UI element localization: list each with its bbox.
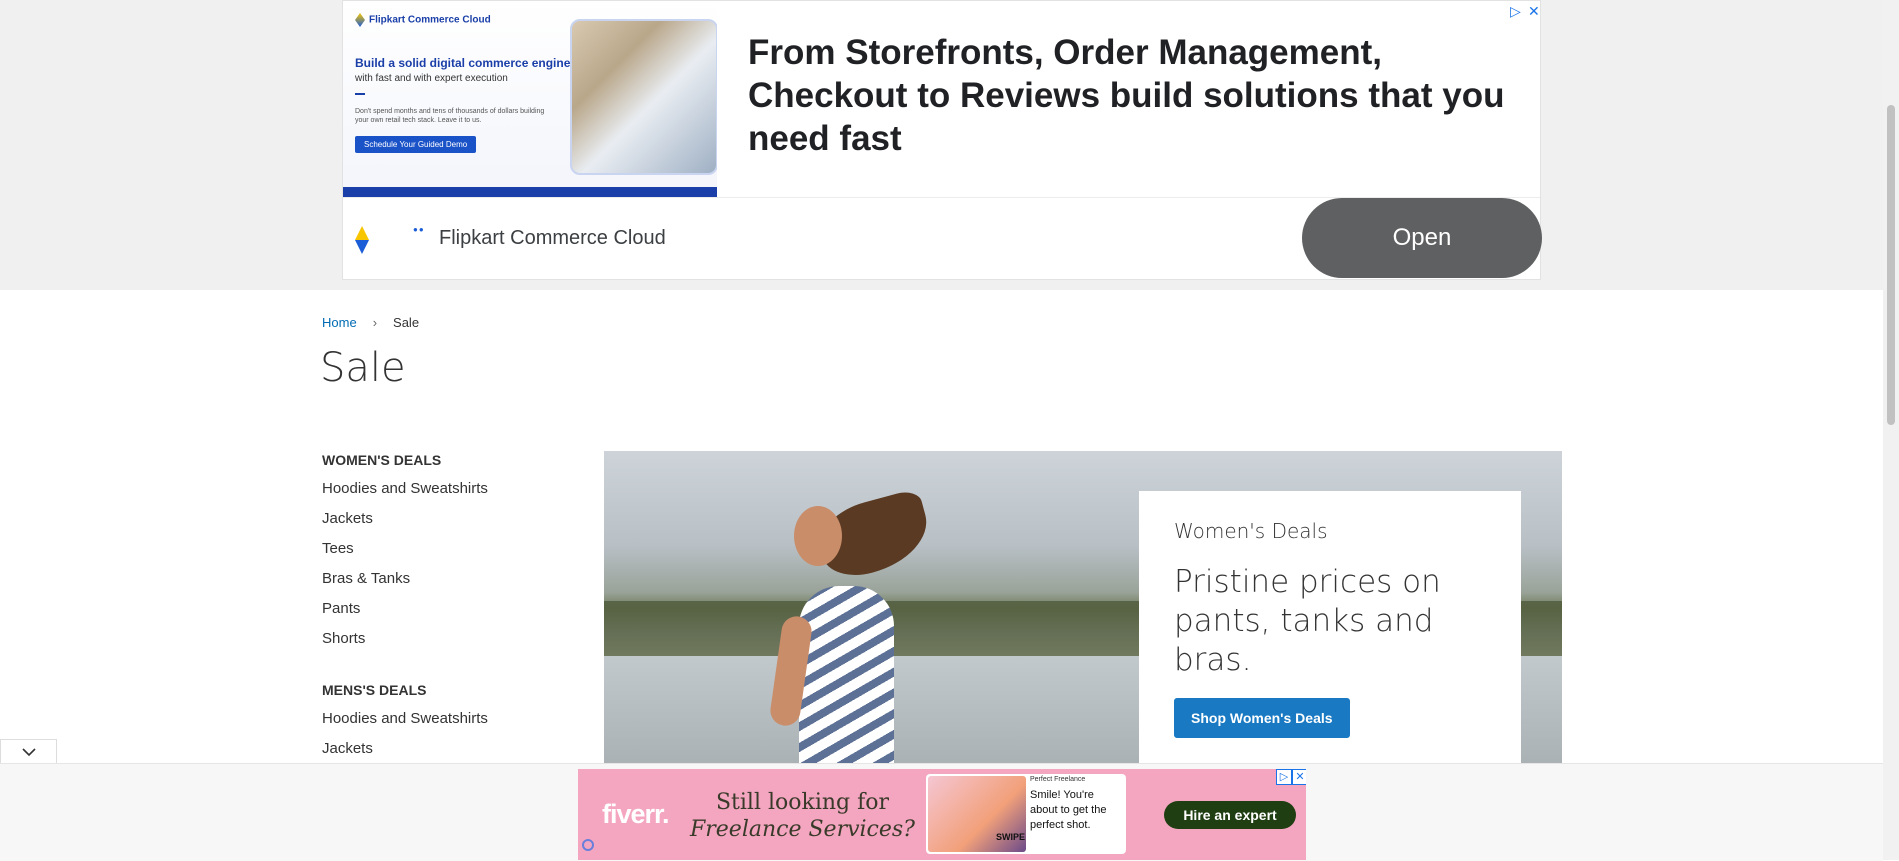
top-ad[interactable]: Flipkart Commerce Cloud Build a solid di…: [342, 0, 1542, 280]
hero-promo-text: Pristine prices on pants, tanks and bras…: [1174, 564, 1441, 678]
sidebar-item-womens-shorts[interactable]: Shorts: [322, 624, 572, 654]
ad-creative-fineprint: Don't spend months and tens of thousands…: [355, 108, 545, 124]
advertiser-dots-icon: ●●: [413, 225, 425, 234]
breadcrumb-current: Sale: [393, 315, 420, 330]
ad-creative-rule: [355, 93, 365, 95]
close-icon[interactable]: ✕: [1528, 3, 1540, 20]
bottom-ad-thumbnail[interactable]: Perfect Freelance Smile! You're about to…: [926, 774, 1126, 854]
flipkart-logo-icon: [355, 13, 365, 27]
sidebar-heading-womens: WOMEN'S DEALS: [322, 452, 442, 468]
ad-creative-footer-bar: [343, 187, 717, 197]
adchoices-icon[interactable]: ▷: [1510, 3, 1521, 20]
close-icon[interactable]: ✕: [1292, 769, 1306, 785]
bottom-ad-line2: Freelance Services?: [690, 817, 915, 842]
breadcrumb: Home › Sale: [322, 315, 419, 330]
sidebar-heading-mens: MENS'S DEALS: [322, 682, 427, 698]
ad-creative-brand: Flipkart Commerce Cloud: [355, 13, 491, 27]
bottom-ad-line1: Still looking for: [715, 790, 890, 815]
sidebar-item-womens-pants[interactable]: Pants: [322, 594, 572, 624]
bottom-ad[interactable]: fiverr. Still looking for Freelance Serv…: [578, 769, 1306, 860]
ad-creative-subline: with fast and with expert execution: [355, 73, 508, 84]
sidebar-item-mens-hoodies[interactable]: Hoodies and Sweatshirts: [322, 704, 572, 734]
hero-runner-image: [764, 487, 937, 765]
shop-womens-deals-button[interactable]: Shop Women's Deals: [1174, 698, 1350, 738]
ad-settings-icon[interactable]: [582, 839, 594, 851]
chevron-right-icon: ›: [372, 315, 378, 330]
advertiser-logo-icon: [355, 226, 369, 254]
adchoices-icon[interactable]: ▷: [1276, 769, 1292, 785]
bottom-ad-thumbnail-tag: Perfect Freelance: [1030, 776, 1086, 783]
hero-promo-card: Women's Deals Pristine prices on pants, …: [1139, 491, 1521, 765]
ad-creative-photo: [570, 19, 717, 175]
sidebar-item-womens-hoodies[interactable]: Hoodies and Sweatshirts: [322, 474, 572, 504]
bottom-ad-thumbnail-text: Smile! You're about to get the perfect s…: [1030, 789, 1107, 831]
ad-creative-image[interactable]: Flipkart Commerce Cloud Build a solid di…: [343, 1, 717, 197]
bottom-ad-headline: Still looking for Freelance Services?: [690, 789, 915, 843]
womens-deals-hero[interactable]: Women's Deals Pristine prices on pants, …: [604, 451, 1562, 765]
chevron-down-icon: [21, 747, 36, 756]
sidebar-item-womens-jackets[interactable]: Jackets: [322, 504, 572, 534]
sidebar-item-mens-jackets[interactable]: Jackets: [322, 734, 572, 764]
scrollbar-thumb[interactable]: [1887, 105, 1895, 425]
hire-an-expert-button[interactable]: Hire an expert: [1164, 801, 1296, 829]
page-scrollbar[interactable]: [1883, 0, 1899, 860]
page-title: Sale: [320, 345, 406, 391]
breadcrumb-home-link[interactable]: Home: [322, 315, 357, 330]
ad-open-button[interactable]: Open: [1302, 198, 1542, 278]
fiverr-logo: fiverr.: [602, 799, 670, 829]
sidebar-item-womens-tees[interactable]: Tees: [322, 534, 572, 564]
bottom-ad-swipe-label: SWIPE: [996, 832, 1026, 842]
ad-creative-cta[interactable]: Schedule Your Guided Demo: [355, 136, 477, 153]
sidebar-item-womens-bras-tanks[interactable]: Bras & Tanks: [322, 564, 572, 594]
sidebar-nav: WOMEN'S DEALS Hoodies and Sweatshirts Ja…: [322, 452, 572, 764]
advertiser-name[interactable]: Flipkart Commerce Cloud: [439, 227, 666, 250]
ad-creative-headline: Build a solid digital commerce engine: [355, 56, 571, 70]
ad-headline[interactable]: From Storefronts, Order Management, Chec…: [748, 31, 1508, 160]
collapse-ad-button[interactable]: [0, 739, 57, 763]
hero-kicker: Women's Deals: [1174, 519, 1328, 543]
